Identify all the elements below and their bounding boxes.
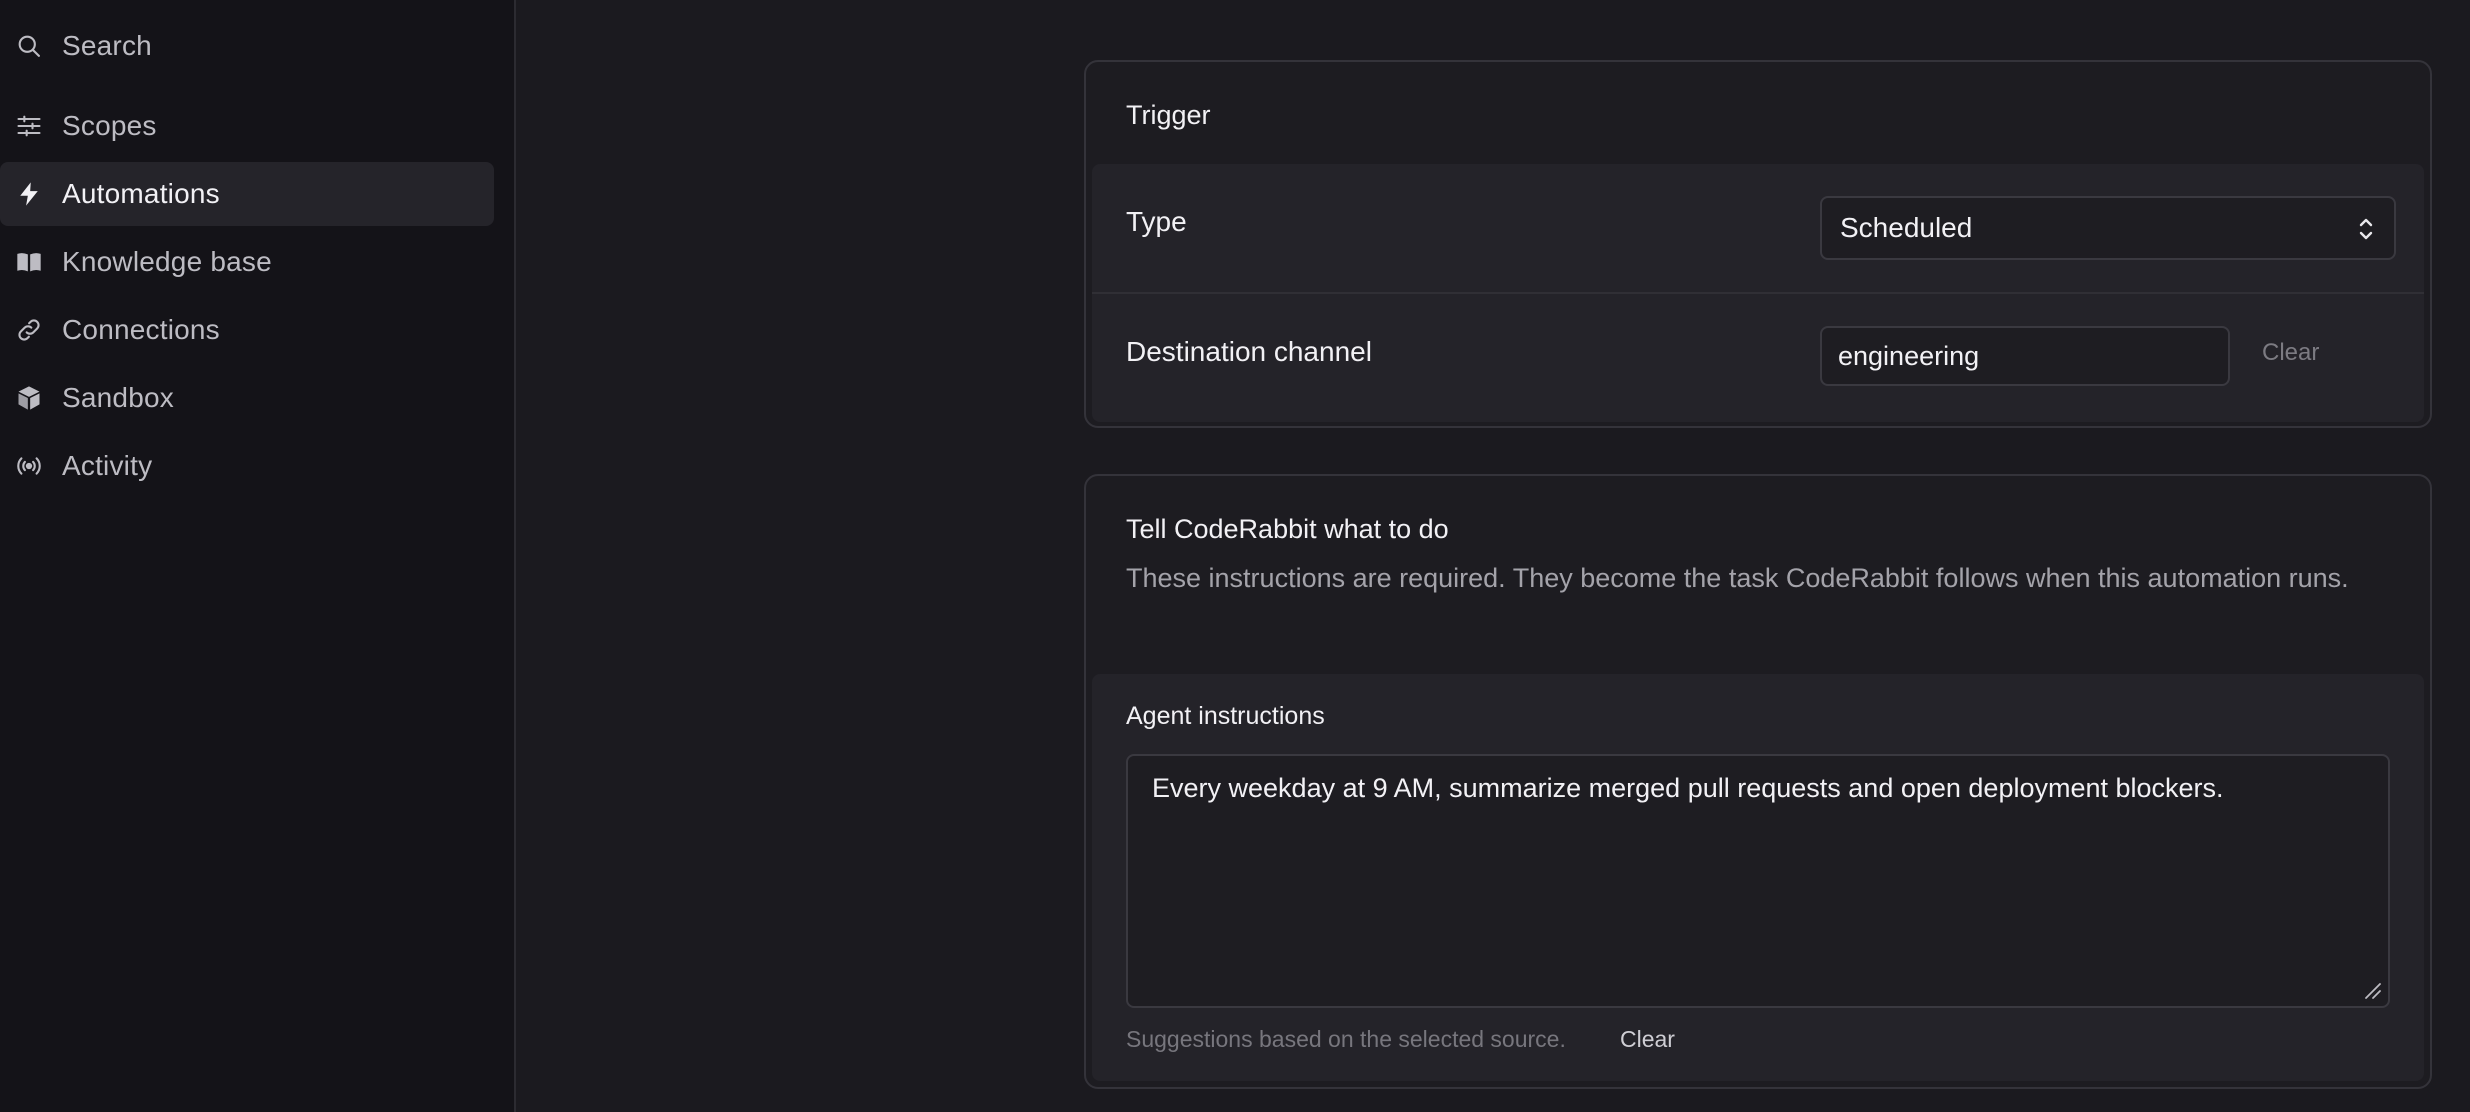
resize-handle-icon[interactable] (2362, 980, 2382, 1000)
type-select[interactable]: Scheduled (1820, 196, 2396, 260)
sidebar-item-automations[interactable]: Automations (0, 162, 494, 226)
agent-instructions-panel: Agent instructions Every weekday at 9 AM… (1092, 674, 2424, 1081)
agent-instructions-value: Every weekday at 9 AM, summarize merged … (1152, 773, 2224, 803)
broadcast-icon (14, 451, 44, 481)
trigger-card: Trigger Type Scheduled Destination chann… (1084, 60, 2432, 428)
link-icon (14, 315, 44, 345)
clear-destination-button[interactable]: Clear (2262, 339, 2319, 367)
type-select-value: Scheduled (1840, 212, 1973, 243)
trigger-title: Trigger (1126, 100, 1211, 130)
destination-channel-input[interactable]: engineering (1820, 326, 2230, 386)
sidebar-item-label: Sandbox (62, 382, 174, 413)
row-divider (1092, 292, 2424, 294)
destination-channel-value: engineering (1838, 340, 1980, 371)
sidebar-item-activity[interactable]: Activity (0, 434, 494, 498)
trigger-settings-panel: Type Scheduled Destination channel engin… (1092, 164, 2424, 422)
sidebar-item-label: Knowledge base (62, 246, 272, 277)
sidebar: Search Scopes Automations Knowledge base… (0, 0, 516, 1112)
instructions-title: Tell CodeRabbit what to do (1126, 514, 1449, 544)
sidebar-item-label: Automations (62, 178, 220, 209)
instructions-card: Tell CodeRabbit what to do These instruc… (1084, 474, 2432, 1089)
sidebar-item-label: Connections (62, 314, 220, 345)
cube-icon (14, 383, 44, 413)
sidebar-item-knowledge-base[interactable]: Knowledge base (0, 230, 494, 294)
sidebar-item-scopes[interactable]: Scopes (0, 94, 494, 158)
search-icon (14, 31, 44, 61)
sidebar-item-connections[interactable]: Connections (0, 298, 494, 362)
sliders-icon (14, 111, 44, 141)
instructions-description: These instructions are required. They be… (1126, 563, 2349, 593)
agent-instructions-textarea[interactable]: Every weekday at 9 AM, summarize merged … (1126, 754, 2390, 1008)
chevron-up-down-icon (2359, 218, 2373, 240)
sidebar-item-label: Scopes (62, 110, 157, 141)
clear-instructions-button[interactable]: Clear (1620, 1026, 1675, 1053)
destination-channel-label: Destination channel (1126, 336, 1372, 367)
sidebar-item-sandbox[interactable]: Sandbox (0, 366, 494, 430)
lightning-icon (14, 179, 44, 209)
sidebar-item-label: Activity (62, 450, 153, 481)
book-icon (14, 247, 44, 277)
suggestions-hint: Suggestions based on the selected source… (1126, 1026, 1566, 1052)
agent-instructions-label: Agent instructions (1126, 702, 1325, 730)
sidebar-item-search[interactable]: Search (0, 14, 494, 78)
type-label: Type (1126, 206, 1187, 237)
sidebar-item-label: Search (62, 30, 152, 61)
